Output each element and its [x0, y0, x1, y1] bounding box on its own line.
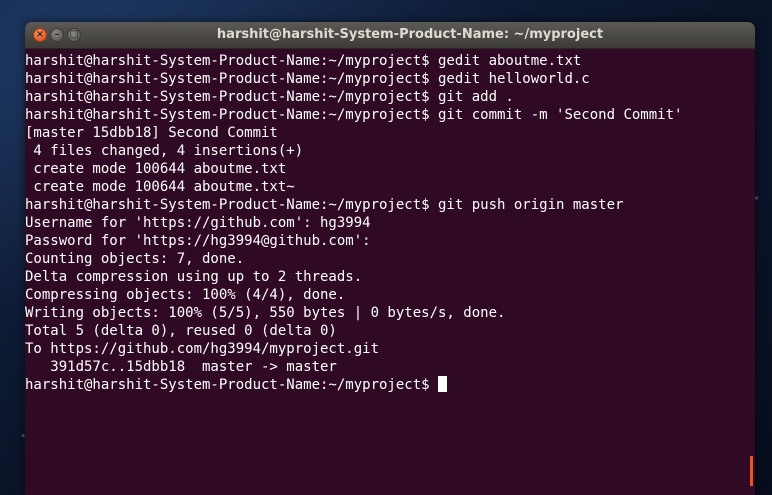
shell-prompt: harshit@harshit-System-Product-Name:~/my… — [25, 377, 439, 393]
text-cursor — [438, 376, 448, 392]
terminal-line: harshit@harshit-System-Product-Name:~/my… — [25, 89, 514, 105]
terminal-line: harshit@harshit-System-Product-Name:~/my… — [25, 71, 590, 87]
terminal-line: harshit@harshit-System-Product-Name:~/my… — [25, 197, 624, 213]
terminal-line: 4 files changed, 4 insertions(+) — [25, 143, 304, 159]
terminal-line: Delta compression using up to 2 threads. — [25, 269, 363, 285]
window-title: harshit@harshit-System-Product-Name: ~/m… — [216, 27, 604, 42]
terminal-window[interactable]: × – □ harshit@harshit-System-Product-Nam… — [25, 22, 755, 495]
terminal-line: [master 15dbb18] Second Commit — [25, 125, 278, 141]
terminal-line: Username for 'https://github.com': hg399… — [25, 215, 371, 231]
terminal-line: Compressing objects: 100% (4/4), done. — [25, 287, 346, 303]
terminal-line: harshit@harshit-System-Product-Name:~/my… — [25, 53, 582, 69]
terminal-line: create mode 100644 aboutme.txt — [25, 161, 287, 177]
terminal-output[interactable]: harshit@harshit-System-Product-Name:~/my… — [25, 49, 755, 495]
title-bar[interactable]: × – □ harshit@harshit-System-Product-Nam… — [25, 22, 755, 49]
terminal-line: Password for 'https://hg3994@github.com'… — [25, 233, 371, 249]
terminal-line: 391d57c..15dbb18 master -> master — [25, 359, 337, 375]
prompt-line[interactable]: harshit@harshit-System-Product-Name:~/my… — [25, 376, 755, 394]
terminal-line: Counting objects: 7, done. — [25, 251, 245, 267]
terminal-line: create mode 100644 aboutme.txt~ — [25, 179, 295, 195]
scroll-indicator[interactable] — [750, 456, 753, 486]
terminal-line: harshit@harshit-System-Product-Name:~/my… — [25, 107, 683, 123]
terminal-line: Writing objects: 100% (5/5), 550 bytes |… — [25, 305, 506, 321]
terminal-line: To https://github.com/hg3994/myproject.g… — [25, 341, 380, 357]
terminal-line: Total 5 (delta 0), reused 0 (delta 0) — [25, 323, 337, 339]
